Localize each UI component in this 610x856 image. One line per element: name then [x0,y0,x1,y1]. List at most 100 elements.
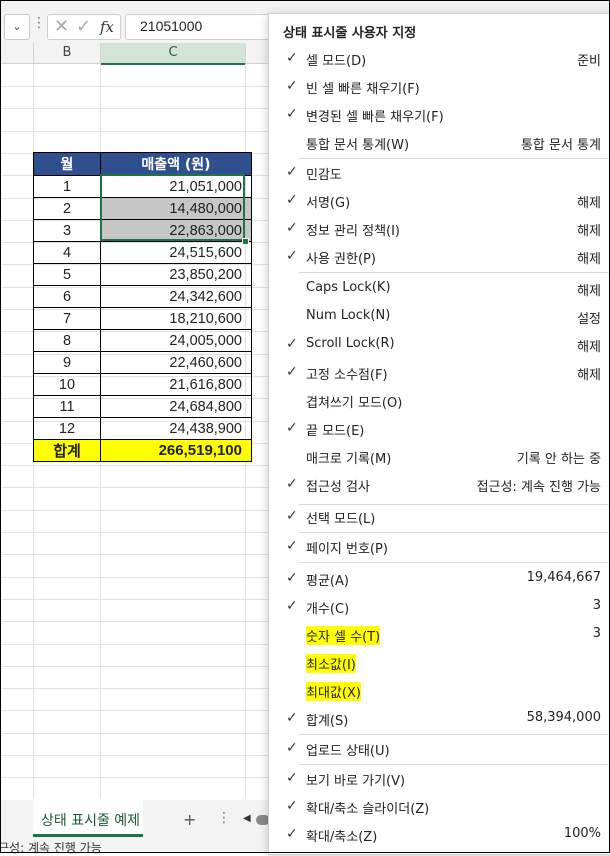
menu-item-label: 사용 권한(P) [306,252,376,267]
formula-bar-grip-icon: ⋮ [32,15,46,31]
menu-item[interactable]: ✓ 개수(C) 3 [269,593,609,619]
insert-function-button[interactable]: fx [100,18,114,36]
menu-item-label: Caps Lock(K) [306,280,391,295]
grid-line [0,86,270,87]
menu-item[interactable]: 겹쳐쓰기 모드(O) [269,387,609,413]
checkmark-icon: ✓ [286,106,298,122]
table-row: 8 24,005,000 [33,329,252,352]
scroll-left-icon[interactable]: ◀ [243,813,251,824]
amount-cell[interactable]: 18,210,600 [100,307,252,330]
menu-item-value: 100% [563,826,601,841]
col-header-c[interactable]: C [101,43,246,65]
menu-item[interactable]: ✓ 민감도 [269,159,609,185]
fill-handle[interactable] [242,238,249,245]
menu-item[interactable]: ✓ 접근성 검사 접근성: 계속 진행 가능 [269,471,609,497]
menu-item[interactable]: ✓ 사용 권한(P) 해제 [269,243,609,269]
month-cell[interactable]: 7 [33,307,101,330]
menu-item-label: 최대값(X) [306,682,361,701]
menu-item[interactable]: ✓ 페이지 번호(P) [269,533,609,559]
total-value[interactable]: 266,519,100 [100,439,252,462]
more-sheets-icon[interactable]: ⋮ [217,810,231,826]
menu-item[interactable]: Caps Lock(K) 해제 [269,275,609,301]
menu-item-label: 최소값(I) [306,654,356,673]
table-row: 9 22,460,600 [33,351,252,374]
amount-cell[interactable]: 24,515,600 [100,241,252,264]
cancel-icon[interactable]: ✕ [54,16,69,37]
menu-item[interactable]: ✓ 합계(S) 58,394,000 [269,705,609,731]
month-cell[interactable]: 10 [33,373,101,396]
menu-item[interactable]: ✓ 정보 관리 정책(I) 해제 [269,215,609,241]
checkmark-icon: ✓ [286,570,298,586]
status-accessibility-text[interactable]: 근성: 계속 진행 가능 [0,839,102,856]
amount-cell[interactable]: 14,480,000 [100,197,252,220]
month-cell[interactable]: 1 [33,175,101,198]
formula-value: 21051000 [140,18,203,34]
month-cell[interactable]: 12 [33,417,101,440]
amount-cell[interactable]: 24,342,600 [100,285,252,308]
grid-line [0,577,270,578]
month-cell[interactable]: 8 [33,329,101,352]
col-header-b[interactable]: B [34,43,101,64]
name-box-dropdown[interactable]: ⌄ [4,14,30,40]
table-row: 5 23,850,200 [33,263,252,286]
menu-item[interactable]: 숫자 셀 수(T) 3 [269,621,609,647]
menu-item[interactable]: 매크로 기록(M) 기록 안 하는 중 [269,443,609,469]
month-cell[interactable]: 9 [33,351,101,374]
sheet-tab-active[interactable]: 상태 표시줄 예제 [33,800,143,837]
add-sheet-button[interactable]: + [183,810,196,829]
amount-cell[interactable]: 22,863,000 [100,219,252,242]
menu-item[interactable]: ✓ 빈 셀 빠른 채우기(F) [269,73,609,99]
menu-item-label: 숫자 셀 수(T) [306,626,381,645]
menu-item[interactable]: 통합 문서 통계(W) 통합 문서 통계 [269,129,609,155]
menu-item-value: 해제 [577,368,601,383]
checkmark-icon: ✓ [286,364,298,380]
menu-item-label: 선택 모드(L) [306,512,376,527]
header-month[interactable]: 월 [33,152,101,176]
enter-icon[interactable]: ✓ [76,16,91,37]
menu-item[interactable]: ✓ 보기 바로 가기(V) [269,765,609,791]
menu-item[interactable]: ✓ 확대/축소(Z) 100% [269,821,609,847]
sales-table: 월 매출액 (원) 1 21,051,000 2 14,480,000 3 22,863,… [33,152,252,462]
checkmark-icon: ✓ [286,50,298,66]
menu-item[interactable]: ✓ 선택 모드(L) [269,503,609,529]
menu-item[interactable]: 최소값(I) [269,649,609,675]
month-cell[interactable]: 4 [33,241,101,264]
month-cell[interactable]: 5 [33,263,101,286]
amount-cell[interactable]: 22,460,600 [100,351,252,374]
menu-item[interactable]: ✓ 변경된 셀 빠른 채우기(F) [269,101,609,127]
month-cell[interactable]: 3 [33,219,101,242]
amount-cell[interactable]: 21,616,800 [100,373,252,396]
month-cell[interactable]: 11 [33,395,101,418]
total-label[interactable]: 합계 [33,439,101,462]
menu-item[interactable]: ✓ 고정 소수점(F) 해제 [269,359,609,385]
checkmark-icon: ✓ [286,248,298,264]
month-cell[interactable]: 6 [33,285,101,308]
menu-separator [299,562,609,563]
amount-cell[interactable]: 24,438,900 [100,417,252,440]
checkmark-icon: ✓ [286,476,298,492]
menu-item[interactable]: ✓ Scroll Lock(R) 해제 [269,331,609,357]
amount-cell[interactable]: 24,005,000 [100,329,252,352]
menu-item-value: 해제 [577,252,601,267]
menu-item[interactable]: ✓ 서명(G) 해제 [269,187,609,213]
menu-item[interactable]: ✓ 업로드 상태(U) [269,735,609,761]
menu-item[interactable]: ✓ 끝 모드(E) [269,415,609,441]
grid-line [0,532,270,533]
grid-line [0,666,270,667]
menu-item[interactable]: ✓ 셀 모드(D) 준비 [269,45,609,71]
grid-line [0,131,270,132]
grid-line [0,777,270,778]
amount-cell[interactable]: 24,684,800 [100,395,252,418]
header-amount[interactable]: 매출액 (원) [100,152,252,176]
menu-item[interactable]: ✓ 확대/축소 슬라이더(Z) [269,793,609,819]
checkmark-icon: ✓ [286,598,298,614]
menu-item-value: 19,464,667 [526,570,601,585]
menu-item[interactable]: Num Lock(N) 설정 [269,303,609,329]
menu-item[interactable]: 최대값(X) [269,677,609,703]
col-header-a[interactable] [0,43,34,64]
menu-item[interactable]: ✓ 평균(A) 19,464,667 [269,565,609,591]
menu-item-label: 정보 관리 정책(I) [306,224,401,239]
amount-cell[interactable]: 21,051,000 [100,175,252,198]
month-cell[interactable]: 2 [33,197,101,220]
amount-cell[interactable]: 23,850,200 [100,263,252,286]
